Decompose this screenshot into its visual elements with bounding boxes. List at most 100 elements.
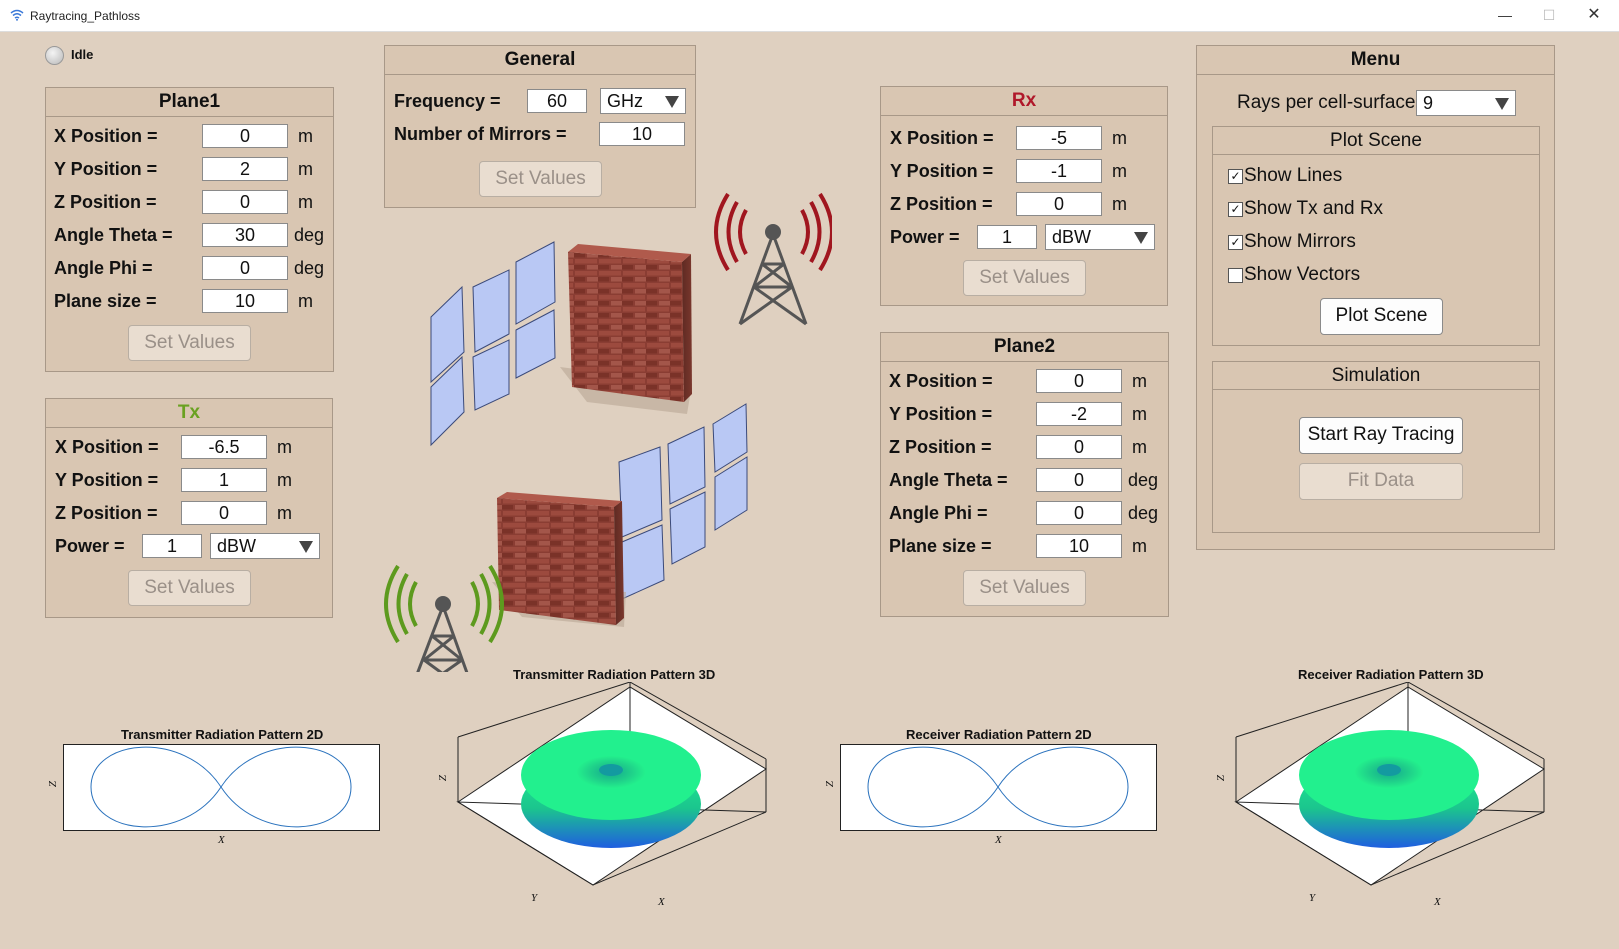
rx-2d-plot bbox=[840, 744, 1157, 831]
show-vectors-label: Show Vectors bbox=[1244, 264, 1361, 285]
rx-title: Rx bbox=[881, 87, 1167, 116]
plane1-x-label: X Position = bbox=[54, 126, 158, 146]
plane1-z-input[interactable]: 0 bbox=[202, 190, 288, 214]
mirror-panels-lower bbox=[618, 403, 748, 600]
brick-wall-lower bbox=[492, 492, 626, 627]
tx-z-label: Z Position = bbox=[55, 503, 158, 523]
rx-power-unit-dropdown[interactable]: dBW bbox=[1045, 224, 1155, 250]
plane2-theta-input[interactable]: 0 bbox=[1036, 468, 1122, 492]
minimize-button[interactable]: — bbox=[1493, 4, 1517, 26]
plot-scene-button[interactable]: Plot Scene bbox=[1320, 298, 1443, 335]
plane1-theta-input[interactable]: 30 bbox=[202, 223, 288, 247]
plane1-y-label: Y Position = bbox=[54, 159, 158, 179]
plane1-theta-unit: deg bbox=[294, 225, 325, 245]
plane2-phi-unit: deg bbox=[1128, 503, 1159, 523]
plane1-y-unit: m bbox=[298, 159, 313, 179]
tx-power-unit-dropdown[interactable]: dBW bbox=[210, 533, 320, 559]
tx-power-input[interactable]: 1 bbox=[142, 534, 202, 558]
general-title: General bbox=[385, 46, 695, 75]
plane1-title: Plane1 bbox=[46, 88, 333, 117]
tx-antenna-icon bbox=[384, 564, 504, 672]
frequency-unit-value: GHz bbox=[607, 91, 643, 111]
chevron-down-icon bbox=[1495, 98, 1509, 110]
plane1-x-unit: m bbox=[298, 126, 313, 146]
plane2-x-input[interactable]: 0 bbox=[1036, 369, 1122, 393]
tx-2d-plot-title: Transmitter Radiation Pattern 2D bbox=[121, 727, 324, 742]
rx-z-label: Z Position = bbox=[890, 194, 993, 214]
tx-title: Tx bbox=[46, 399, 332, 428]
start-ray-tracing-button[interactable]: Start Ray Tracing bbox=[1299, 417, 1463, 454]
rx-power-input[interactable]: 1 bbox=[977, 225, 1037, 249]
plane2-z-label: Z Position = bbox=[889, 437, 992, 457]
rx-x-unit: m bbox=[1112, 128, 1127, 148]
tx-z-input[interactable]: 0 bbox=[181, 501, 267, 525]
tx-x-input[interactable]: -6.5 bbox=[181, 435, 267, 459]
plane2-z-unit: m bbox=[1132, 437, 1147, 457]
tx-y-input[interactable]: 1 bbox=[181, 468, 267, 492]
rx-z-input[interactable]: 0 bbox=[1016, 192, 1102, 216]
show-tx-rx-checkbox[interactable]: ✓ bbox=[1228, 202, 1243, 217]
plane2-phi-label: Angle Phi = bbox=[889, 503, 988, 523]
plane2-y-label: Y Position = bbox=[889, 404, 993, 424]
plane1-set-values-button[interactable]: Set Values bbox=[128, 325, 251, 361]
frequency-unit-dropdown[interactable]: GHz bbox=[600, 88, 686, 114]
simulation-title: Simulation bbox=[1213, 362, 1539, 390]
plane2-set-values-button[interactable]: Set Values bbox=[963, 570, 1086, 606]
plane2-panel: Plane2 X Position = 0 m Y Position = -2 … bbox=[880, 332, 1169, 617]
close-button[interactable]: ✕ bbox=[1582, 4, 1606, 26]
rx-x-label: X Position = bbox=[890, 128, 994, 148]
plane1-y-input[interactable]: 2 bbox=[202, 157, 288, 181]
tx-power-unit-value: dBW bbox=[217, 536, 257, 556]
show-vectors-checkbox[interactable] bbox=[1228, 268, 1243, 283]
mirror-panels-upper bbox=[430, 241, 556, 447]
plane1-phi-input[interactable]: 0 bbox=[202, 256, 288, 280]
rx-z-unit: m bbox=[1112, 194, 1127, 214]
rx-x-input[interactable]: -5 bbox=[1016, 126, 1102, 150]
tx-power-label: Power = bbox=[55, 536, 125, 556]
plane1-size-unit: m bbox=[298, 291, 313, 311]
tx-y-label: Y Position = bbox=[55, 470, 159, 490]
brick-wall-upper bbox=[560, 244, 692, 414]
plane2-phi-input[interactable]: 0 bbox=[1036, 501, 1122, 525]
rx-power-unit-value: dBW bbox=[1052, 227, 1092, 247]
menu-title: Menu bbox=[1197, 46, 1554, 75]
chevron-down-icon bbox=[665, 96, 679, 108]
rx-y-unit: m bbox=[1112, 161, 1127, 181]
tx-3d-ylabel: Y bbox=[531, 892, 538, 904]
rx-2d-plot-title: Receiver Radiation Pattern 2D bbox=[906, 727, 1092, 742]
plane2-theta-label: Angle Theta = bbox=[889, 470, 1008, 490]
show-mirrors-checkbox[interactable]: ✓ bbox=[1228, 235, 1243, 250]
chevron-down-icon bbox=[1134, 232, 1148, 244]
show-mirrors-label: Show Mirrors bbox=[1244, 231, 1356, 252]
rx-power-label: Power = bbox=[890, 227, 960, 247]
plane1-size-input[interactable]: 10 bbox=[202, 289, 288, 313]
maximize-button[interactable]: ☐ bbox=[1537, 4, 1561, 26]
plane2-size-input[interactable]: 10 bbox=[1036, 534, 1122, 558]
rx-set-values-button[interactable]: Set Values bbox=[963, 260, 1086, 296]
plane2-y-unit: m bbox=[1132, 404, 1147, 424]
fit-data-button[interactable]: Fit Data bbox=[1299, 463, 1463, 500]
plane2-z-input[interactable]: 0 bbox=[1036, 435, 1122, 459]
plane1-x-input[interactable]: 0 bbox=[202, 124, 288, 148]
rx-y-input[interactable]: -1 bbox=[1016, 159, 1102, 183]
rx-y-label: Y Position = bbox=[890, 161, 994, 181]
frequency-label: Frequency = bbox=[394, 91, 501, 111]
rx-3d-plot-title: Receiver Radiation Pattern 3D bbox=[1298, 667, 1484, 682]
plane2-y-input[interactable]: -2 bbox=[1036, 402, 1122, 426]
tx-y-unit: m bbox=[277, 470, 292, 490]
rays-dropdown[interactable]: 9 bbox=[1416, 90, 1516, 116]
tx-panel: Tx X Position = -6.5 m Y Position = 1 m … bbox=[45, 398, 333, 618]
plane2-theta-unit: deg bbox=[1128, 470, 1159, 490]
tx-2d-ylabel: Z bbox=[47, 780, 60, 788]
menu-panel: Menu Rays per cell-surface = 9 Plot Scen… bbox=[1196, 45, 1555, 550]
tx-set-values-button[interactable]: Set Values bbox=[128, 570, 251, 606]
frequency-input[interactable]: 60 bbox=[527, 89, 587, 113]
show-lines-checkbox[interactable]: ✓ bbox=[1228, 169, 1243, 184]
plane1-phi-unit: deg bbox=[294, 258, 325, 278]
rx-panel: Rx X Position = -5 m Y Position = -1 m Z… bbox=[880, 86, 1168, 306]
plane1-phi-label: Angle Phi = bbox=[54, 258, 153, 278]
tx-3d-plot-title: Transmitter Radiation Pattern 3D bbox=[513, 667, 716, 682]
mirrors-input[interactable]: 10 bbox=[599, 122, 685, 146]
mirrors-label: Number of Mirrors = bbox=[394, 124, 567, 144]
plane2-x-label: X Position = bbox=[889, 371, 993, 391]
